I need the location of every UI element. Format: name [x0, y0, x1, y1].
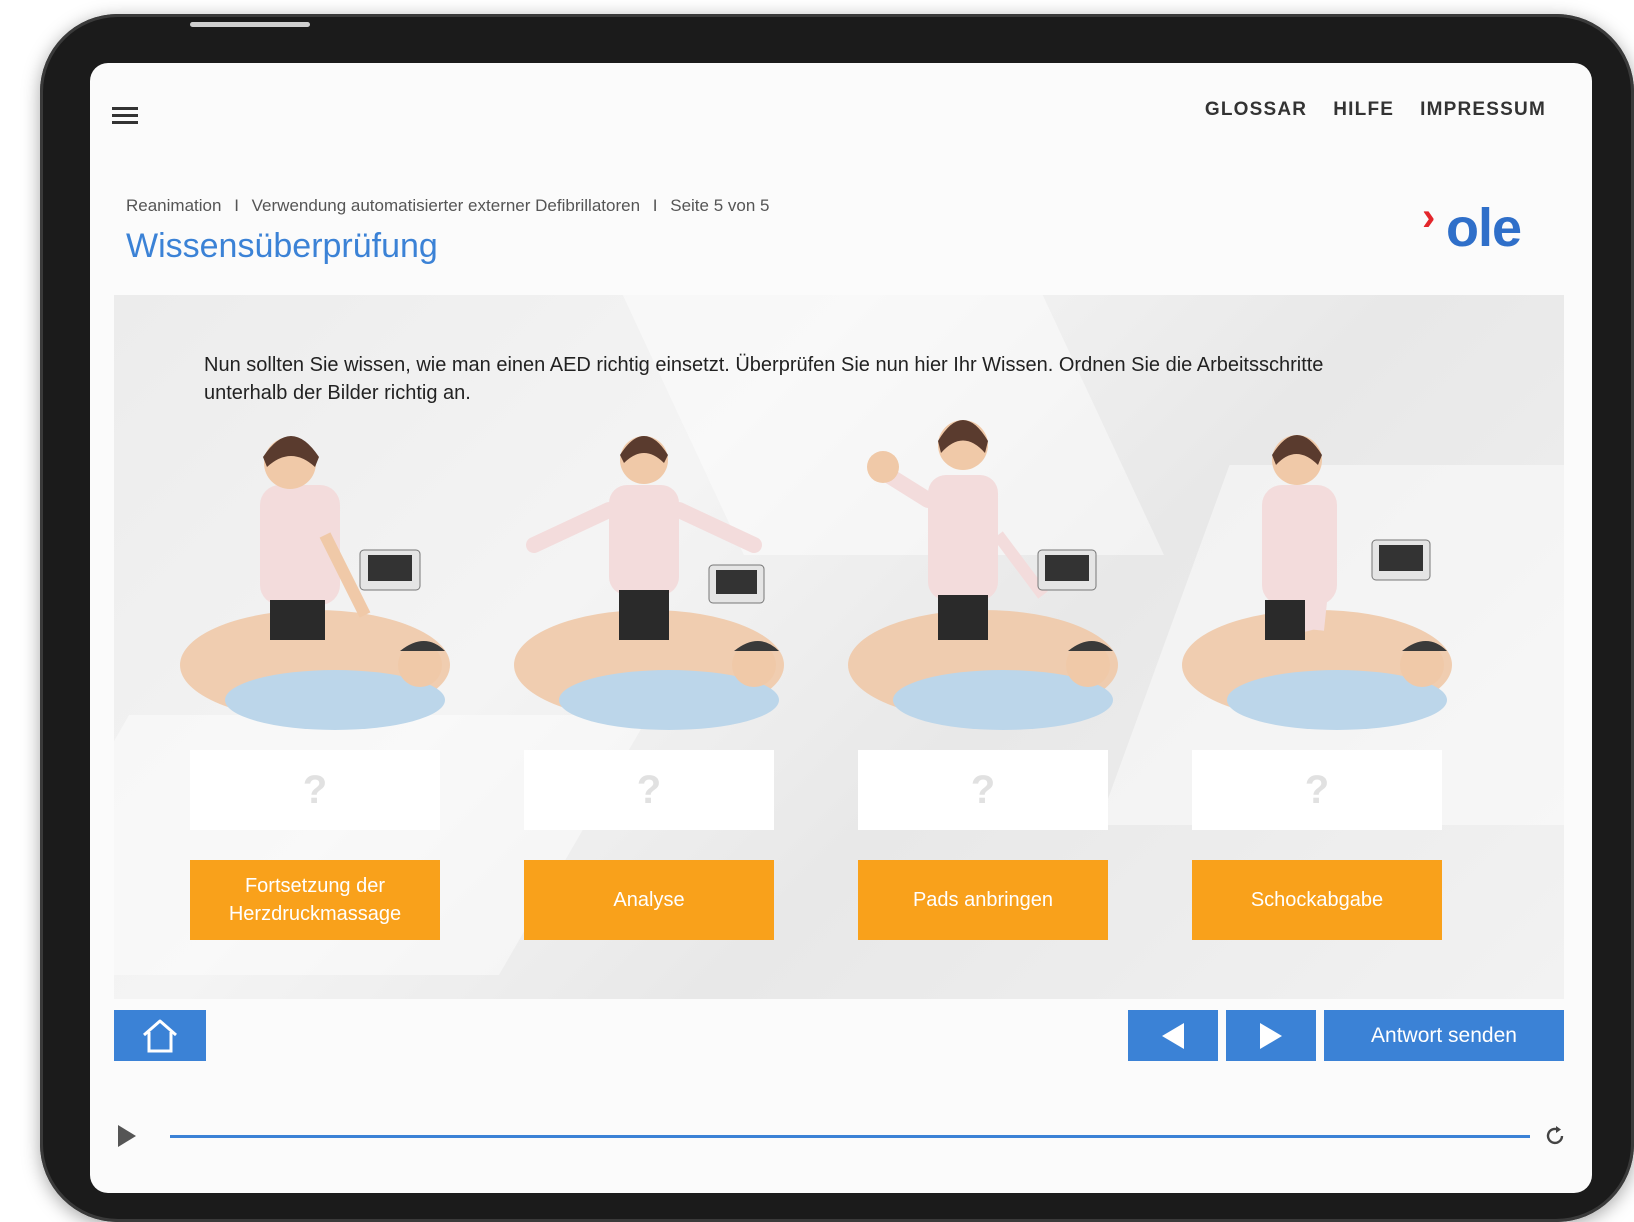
breadcrumb-separator: I	[652, 196, 658, 215]
nav-link-glossar[interactable]: GLOSSAR	[1205, 99, 1307, 121]
arrow-right-icon	[1260, 1022, 1282, 1049]
step-chip-2[interactable]: Analyse	[524, 860, 774, 940]
previous-button[interactable]	[1128, 1010, 1218, 1061]
person-arms-out-analysis-illustration	[514, 436, 784, 730]
breadcrumb-item-page: Seite 5 von 5	[670, 196, 770, 215]
logo-chevron-icon: ›	[1422, 195, 1436, 239]
progress-fill	[170, 1135, 1530, 1138]
nav-link-hilfe[interactable]: HILFE	[1333, 99, 1394, 121]
step-column-2: ? Analyse	[514, 415, 784, 940]
instruction-text: Nun sollten Sie wissen, wie man einen AE…	[204, 354, 1324, 404]
breadcrumb-separator: I	[234, 196, 239, 215]
step-column-3: ? Pads anbringen	[848, 415, 1118, 940]
step-chip-1[interactable]: Fortsetzung der Herzdruckmassage	[190, 860, 440, 940]
hamburger-menu-icon[interactable]	[112, 107, 138, 128]
person-applying-pads-illustration	[180, 436, 450, 730]
answer-dropzone-4[interactable]: ?	[1192, 750, 1442, 830]
step-column-1: ? Fortsetzung der Herzdruckmassage	[180, 415, 450, 940]
breadcrumb-item-reanimation: Reanimation	[126, 196, 222, 215]
arrow-left-icon	[1162, 1022, 1184, 1049]
top-navigation: GLOSSAR HILFE IMPRESSUM	[1205, 99, 1546, 121]
breadcrumb-item-topic: Verwendung automatisierter externer Defi…	[251, 196, 641, 215]
breadcrumb: Reanimation I Verwendung automatisierter…	[126, 196, 769, 216]
answer-dropzone-3[interactable]: ?	[858, 750, 1108, 830]
page-title: Wissensüberprüfung	[126, 227, 438, 265]
app-screen: GLOSSAR HILFE IMPRESSUM Reanimation I Ve…	[90, 63, 1592, 1193]
play-icon[interactable]	[118, 1125, 136, 1147]
step-chip-4[interactable]: Schockabgabe	[1192, 860, 1442, 940]
person-stop-hand-shock-illustration	[848, 420, 1118, 730]
ole-logo: › ole	[1422, 195, 1532, 261]
answer-dropzone-1[interactable]: ?	[190, 750, 440, 830]
tablet-notch	[190, 22, 310, 27]
step-column-4: ? Schockabgabe	[1182, 415, 1452, 940]
media-player	[118, 1123, 1568, 1153]
home-icon	[143, 1019, 177, 1052]
send-answer-button[interactable]: Antwort senden	[1324, 1010, 1564, 1061]
answer-dropzone-2[interactable]: ?	[524, 750, 774, 830]
quiz-stage: Nun sollten Sie wissen, wie man einen AE…	[114, 295, 1564, 999]
step-chip-3[interactable]: Pads anbringen	[858, 860, 1108, 940]
progress-bar[interactable]	[170, 1135, 1530, 1138]
person-chest-compression-illustration	[1182, 435, 1452, 730]
logo-text: ole	[1446, 198, 1522, 258]
reload-icon[interactable]	[1542, 1123, 1568, 1149]
home-button[interactable]	[114, 1010, 206, 1061]
nav-link-impressum[interactable]: IMPRESSUM	[1420, 99, 1546, 121]
next-button[interactable]	[1226, 1010, 1316, 1061]
